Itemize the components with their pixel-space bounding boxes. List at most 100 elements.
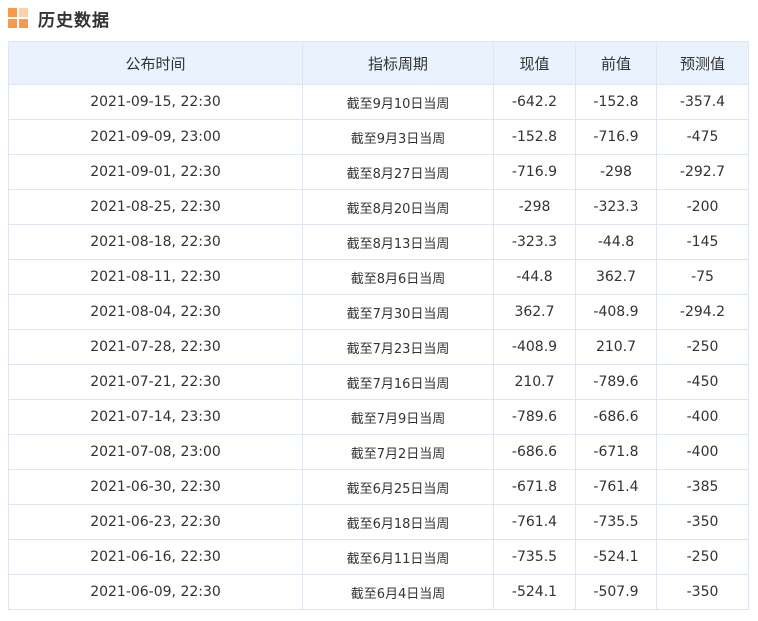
cell-time: 2021-08-11, 22:30 (8, 259, 303, 295)
cell-time: 2021-09-09, 23:00 (8, 119, 303, 155)
cell-time: 2021-07-08, 23:00 (8, 434, 303, 470)
table-row: 2021-08-25, 22:30 截至8月20日当周 -298 -323.3 -200 (8, 189, 749, 225)
cell-forecast: -250 (656, 329, 749, 365)
section-header: 历史数据 (8, 4, 110, 32)
cell-actual: -716.9 (493, 154, 576, 190)
cell-previous: -152.8 (575, 84, 657, 120)
cell-previous: 210.7 (575, 329, 657, 365)
cell-previous: -761.4 (575, 469, 657, 505)
cell-actual: -524.1 (493, 574, 576, 610)
cell-time: 2021-08-04, 22:30 (8, 294, 303, 330)
cell-time: 2021-06-30, 22:30 (8, 469, 303, 505)
cell-period: 截至6月4日当周 (302, 574, 494, 610)
table-row: 2021-06-09, 22:30 截至6月4日当周 -524.1 -507.9 -35… (8, 574, 749, 610)
cell-time: 2021-09-01, 22:30 (8, 154, 303, 190)
cell-period: 截至7月2日当周 (302, 434, 494, 470)
cell-actual: -642.2 (493, 84, 576, 120)
column-header-previous: 前值 (575, 41, 657, 85)
cell-actual: 210.7 (493, 364, 576, 400)
table-row: 2021-08-18, 22:30 截至8月13日当周 -323.3 -44.8 -14… (8, 224, 749, 260)
table-body: 2021-09-15, 22:30 截至9月10日当周 -642.2 -152.8 -3… (8, 84, 749, 610)
cell-actual: -735.5 (493, 539, 576, 575)
column-header-actual: 现值 (493, 41, 576, 85)
cell-period: 截至7月9日当周 (302, 399, 494, 435)
cell-forecast: -292.7 (656, 154, 749, 190)
cell-actual: 362.7 (493, 294, 576, 330)
cell-actual: -152.8 (493, 119, 576, 155)
cell-time: 2021-08-18, 22:30 (8, 224, 303, 260)
cell-actual: -298 (493, 189, 576, 225)
cell-actual: -789.6 (493, 399, 576, 435)
cell-period: 截至9月3日当周 (302, 119, 494, 155)
cell-forecast: -250 (656, 539, 749, 575)
cell-forecast: -400 (656, 434, 749, 470)
cell-time: 2021-08-25, 22:30 (8, 189, 303, 225)
table-row: 2021-09-01, 22:30 截至8月27日当周 -716.9 -298 -292… (8, 154, 749, 190)
cell-time: 2021-07-21, 22:30 (8, 364, 303, 400)
table-row: 2021-09-09, 23:00 截至9月3日当周 -152.8 -716.9 -47… (8, 119, 749, 155)
column-header-forecast: 预测值 (656, 41, 749, 85)
cell-previous: -323.3 (575, 189, 657, 225)
cell-period: 截至6月18日当周 (302, 504, 494, 540)
history-data-table: 公布时间 指标周期 现值 前值 预测值 2021-09-15, 22:30 截至9… (8, 41, 749, 610)
table-row: 2021-09-15, 22:30 截至9月10日当周 -642.2 -152.8 -3… (8, 84, 749, 120)
cell-period: 截至8月20日当周 (302, 189, 494, 225)
cell-forecast: -350 (656, 504, 749, 540)
cell-period: 截至7月30日当周 (302, 294, 494, 330)
cell-previous: -671.8 (575, 434, 657, 470)
cell-time: 2021-06-09, 22:30 (8, 574, 303, 610)
cell-forecast: -75 (656, 259, 749, 295)
table-header-row: 公布时间 指标周期 现值 前值 预测值 (8, 41, 749, 85)
table-row: 2021-08-11, 22:30 截至8月6日当周 -44.8 362.7 -75 (8, 259, 749, 295)
column-header-time: 公布时间 (8, 41, 303, 85)
cell-previous: -408.9 (575, 294, 657, 330)
cell-period: 截至8月27日当周 (302, 154, 494, 190)
cell-period: 截至8月13日当周 (302, 224, 494, 260)
table-row: 2021-08-04, 22:30 截至7月30日当周 362.7 -408.9 -29… (8, 294, 749, 330)
cell-actual: -408.9 (493, 329, 576, 365)
section-title: 历史数据 (38, 10, 110, 31)
cell-forecast: -350 (656, 574, 749, 610)
cell-actual: -671.8 (493, 469, 576, 505)
cell-time: 2021-07-14, 23:30 (8, 399, 303, 435)
cell-previous: -686.6 (575, 399, 657, 435)
cell-time: 2021-09-15, 22:30 (8, 84, 303, 120)
cell-period: 截至8月6日当周 (302, 259, 494, 295)
table-row: 2021-06-23, 22:30 截至6月18日当周 -761.4 -735.5 -3… (8, 504, 749, 540)
table-row: 2021-07-14, 23:30 截至7月9日当周 -789.6 -686.6 -40… (8, 399, 749, 435)
table-row: 2021-07-21, 22:30 截至7月16日当周 210.7 -789.6 -45… (8, 364, 749, 400)
table-row: 2021-06-16, 22:30 截至6月11日当周 -735.5 -524.1 -2… (8, 539, 749, 575)
cell-time: 2021-07-28, 22:30 (8, 329, 303, 365)
table-row: 2021-06-30, 22:30 截至6月25日当周 -671.8 -761.4 -3… (8, 469, 749, 505)
cell-time: 2021-06-23, 22:30 (8, 504, 303, 540)
cell-actual: -323.3 (493, 224, 576, 260)
cell-actual: -44.8 (493, 259, 576, 295)
cell-forecast: -475 (656, 119, 749, 155)
cell-previous: -507.9 (575, 574, 657, 610)
cell-forecast: -450 (656, 364, 749, 400)
cell-previous: -44.8 (575, 224, 657, 260)
cell-time: 2021-06-16, 22:30 (8, 539, 303, 575)
cell-period: 截至6月25日当周 (302, 469, 494, 505)
cell-forecast: -357.4 (656, 84, 749, 120)
cell-forecast: -145 (656, 224, 749, 260)
table-row: 2021-07-08, 23:00 截至7月2日当周 -686.6 -671.8 -40… (8, 434, 749, 470)
cell-period: 截至6月11日当周 (302, 539, 494, 575)
cell-forecast: -294.2 (656, 294, 749, 330)
cell-actual: -686.6 (493, 434, 576, 470)
cell-forecast: -385 (656, 469, 749, 505)
cell-forecast: -200 (656, 189, 749, 225)
column-header-period: 指标周期 (302, 41, 494, 85)
cell-previous: 362.7 (575, 259, 657, 295)
cell-previous: -716.9 (575, 119, 657, 155)
cell-actual: -761.4 (493, 504, 576, 540)
cell-period: 截至7月23日当周 (302, 329, 494, 365)
cell-forecast: -400 (656, 399, 749, 435)
cell-previous: -735.5 (575, 504, 657, 540)
table-row: 2021-07-28, 22:30 截至7月23日当周 -408.9 210.7 -25… (8, 329, 749, 365)
grid-squares-icon (8, 8, 28, 28)
cell-period: 截至9月10日当周 (302, 84, 494, 120)
cell-previous: -524.1 (575, 539, 657, 575)
cell-previous: -298 (575, 154, 657, 190)
cell-previous: -789.6 (575, 364, 657, 400)
